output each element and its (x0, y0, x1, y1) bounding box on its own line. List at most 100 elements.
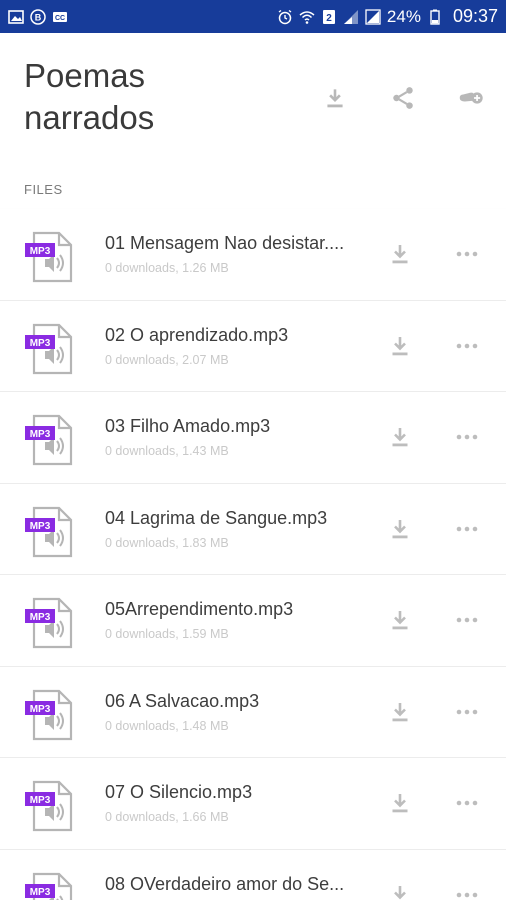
file-name: 01 Mensagem Nao desistar.... (105, 233, 345, 253)
file-meta: 0 downloads, 1.59 MB (105, 627, 229, 641)
file-download-button[interactable] (388, 241, 412, 267)
cc-icon: CC (52, 9, 68, 25)
signal-icon (343, 9, 359, 25)
section-label-files: FILES (24, 182, 63, 197)
mp3-badge: MP3 (30, 887, 51, 898)
file-meta: 0 downloads, 1.26 MB (105, 261, 229, 275)
header-actions (320, 83, 486, 113)
file-download-button[interactable] (388, 882, 412, 900)
file-name: 05Arrependimento.mp3 (105, 599, 294, 619)
mp3-badge: MP3 (30, 795, 51, 806)
file-name: 07 O Silencio.mp3 (105, 782, 253, 802)
file-more-button[interactable] (454, 520, 480, 538)
file-row[interactable]: MP308 OVerdadeiro amor do Se...0 downloa… (0, 849, 506, 900)
mp3-badge: MP3 (30, 246, 51, 257)
mp3-badge: MP3 (30, 521, 51, 532)
status-time: 09:37 (452, 6, 498, 26)
file-meta: 0 downloads, 1.83 MB (105, 535, 229, 550)
mp3-badge: MP3 (30, 704, 51, 715)
download-icon (392, 245, 408, 264)
file-row[interactable]: MP3 05Arrependimento.mp3 0 downloads, 1.59… (0, 575, 506, 667)
more-options-icon (456, 251, 478, 257)
mp3-file-icon: MP3 (25, 689, 75, 741)
download-icon (392, 428, 408, 447)
mp3-file-icon: MP3 (25, 872, 75, 900)
download-icon (392, 519, 408, 538)
file-name: 06 A Salvacao.mp3 (105, 690, 260, 711)
svg-text:2: 2 (326, 13, 332, 24)
download-icon (392, 702, 408, 721)
add-to-dropbox-icon (459, 92, 483, 104)
mp3-file-icon: MP3 (25, 323, 75, 375)
header: Poemas narrados (0, 33, 506, 153)
status-bar: B CC 2 24% 09:37 (0, 0, 506, 33)
mp3-file-icon: MP3 (25, 780, 75, 832)
more-options-icon (456, 343, 478, 348)
svg-text:CC: CC (55, 15, 65, 22)
download-icon (392, 336, 408, 355)
file-download-button[interactable] (388, 333, 412, 359)
download-icon (394, 885, 406, 899)
mp3-badge: MP3 (30, 429, 51, 440)
battery-icon (427, 9, 443, 25)
file-download-button[interactable] (388, 790, 412, 816)
file-name: 02 O aprendizado.mp3 (105, 324, 289, 345)
download-icon (327, 89, 343, 108)
mp3-badge: MP3 (30, 338, 51, 349)
file-meta: 0 downloads, 2.07 MB (105, 352, 229, 367)
share-button[interactable] (388, 83, 418, 113)
file-more-button[interactable] (454, 886, 480, 900)
mp3-file-icon: MP3 (25, 414, 75, 466)
bluetooth-badge-icon: B (30, 8, 46, 25)
download-icon (392, 794, 408, 813)
status-right: 2 24% 09:37 (277, 6, 498, 27)
page-title-line2: narrados (24, 99, 155, 136)
svg-text:B: B (35, 12, 42, 22)
file-more-button[interactable] (454, 337, 480, 355)
file-name: 03 Filho Amado.mp3 (105, 416, 271, 436)
file-more-button[interactable] (454, 794, 480, 812)
file-more-button[interactable] (454, 245, 480, 263)
mp3-file-icon: MP3 (25, 231, 75, 283)
file-row[interactable]: MP3 03 Filho Amado.mp3 0 downloads, 1.43 M… (0, 392, 506, 484)
file-meta: 0 downloads, 1.48 MB (105, 718, 229, 733)
more-options-icon (456, 800, 478, 806)
file-list: MP3 01 Mensagem Nao desistar.... 0 downloa… (0, 209, 506, 900)
alarm-icon (277, 9, 293, 25)
page-title-line1: Poemas (24, 57, 146, 94)
mp3-badge: MP3 (30, 612, 51, 623)
file-name: 04 Lagrima de Sangue.mp3 (105, 507, 328, 528)
file-more-button[interactable] (454, 703, 480, 721)
mp3-file-icon: MP3 (25, 506, 75, 558)
more-options-icon (456, 709, 478, 714)
add-to-dropbox-button[interactable] (456, 83, 486, 113)
file-row[interactable]: MP3 04 Lagrima de Sangue.mp3 0 downloads, … (0, 483, 506, 575)
wifi-icon (299, 9, 315, 25)
image-icon (8, 9, 24, 25)
file-download-button[interactable] (388, 424, 412, 450)
sim-2-icon: 2 (321, 9, 337, 25)
more-options-icon (456, 617, 478, 623)
more-options-icon (456, 526, 478, 531)
file-meta: 0 downloads, 1.43 MB (105, 444, 229, 458)
file-row[interactable]: MP3 02 O aprendizado.mp3 0 downloads, 2.07… (0, 300, 506, 392)
file-download-button[interactable] (388, 607, 412, 633)
more-options-icon (456, 892, 478, 897)
status-left: B CC (8, 8, 68, 25)
signal-icon (365, 8, 381, 25)
download-folder-button[interactable] (320, 83, 350, 113)
file-download-button[interactable] (388, 516, 412, 542)
share-icon (393, 87, 413, 109)
page-title: Poemas narrados (24, 55, 224, 139)
more-options-icon (456, 434, 478, 440)
file-meta: 0 downloads, 1.66 MB (105, 810, 229, 824)
file-row[interactable]: MP3 07 O Silencio.mp3 0 downloads, 1.66 MB (0, 758, 506, 850)
battery-percent: 24% (386, 6, 421, 26)
mp3-file-icon: MP3 (25, 597, 75, 649)
file-download-button[interactable] (388, 699, 412, 725)
file-row[interactable]: MP3 06 A Salvacao.mp3 0 downloads, 1.48 MB (0, 666, 506, 758)
download-icon (392, 611, 408, 630)
file-more-button[interactable] (454, 611, 480, 629)
file-more-button[interactable] (454, 428, 480, 446)
file-row[interactable]: MP3 01 Mensagem Nao desistar.... 0 downloa… (0, 209, 506, 301)
